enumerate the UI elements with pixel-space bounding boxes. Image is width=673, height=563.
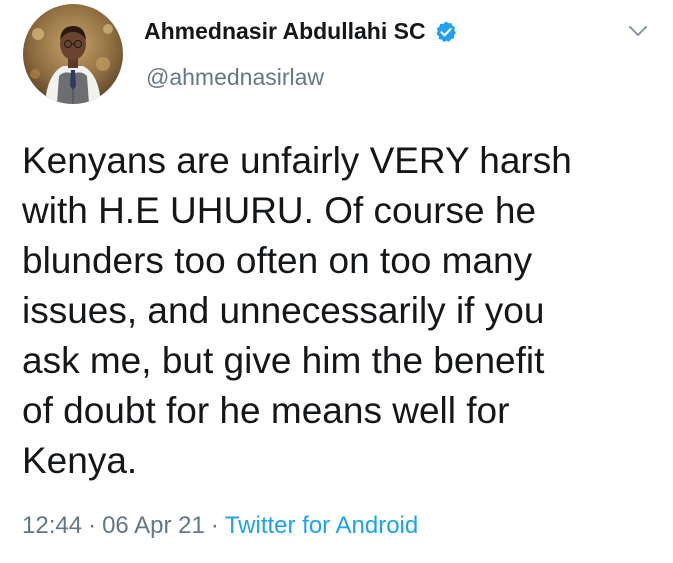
- tweet-text-line: Kenyans are unfairly VERY harsh: [22, 140, 572, 181]
- meta-separator: ·: [88, 512, 97, 539]
- tweet-text-line: ask me, but give him the benefit: [22, 340, 545, 381]
- tweet-text-line: issues, and unnecessarily if you: [22, 290, 545, 331]
- avatar-image: [23, 4, 123, 104]
- tweet-date[interactable]: 06 Apr 21: [102, 512, 205, 539]
- author-name-row[interactable]: Ahmednasir Abdullahi SC: [144, 18, 458, 45]
- chevron-down-icon[interactable]: [627, 24, 649, 38]
- verified-badge-icon: [434, 20, 458, 44]
- meta-separator: ·: [210, 512, 219, 539]
- tweet-card: Ahmednasir Abdullahi SC @ahmednasirlaw K…: [0, 0, 673, 563]
- tweet-meta: 12:44 · 06 Apr 21 · Twitter for Android: [22, 512, 418, 540]
- author-handle[interactable]: @ahmednasirlaw: [146, 64, 324, 91]
- tweet-time[interactable]: 12:44: [22, 512, 82, 539]
- tweet-text: Kenyans are unfairly VERY harsh with H.E…: [22, 136, 652, 486]
- author-name[interactable]: Ahmednasir Abdullahi SC: [144, 18, 426, 45]
- tweet-text-line: blunders too often on too many: [22, 240, 533, 281]
- avatar[interactable]: [23, 4, 123, 104]
- tweet-text-line: Kenya.: [22, 440, 138, 481]
- tweet-text-line: with H.E UHURU. Of course he: [22, 190, 537, 231]
- tweet-source-link[interactable]: Twitter for Android: [225, 512, 418, 539]
- tweet-text-line: of doubt for he means well for: [22, 390, 510, 431]
